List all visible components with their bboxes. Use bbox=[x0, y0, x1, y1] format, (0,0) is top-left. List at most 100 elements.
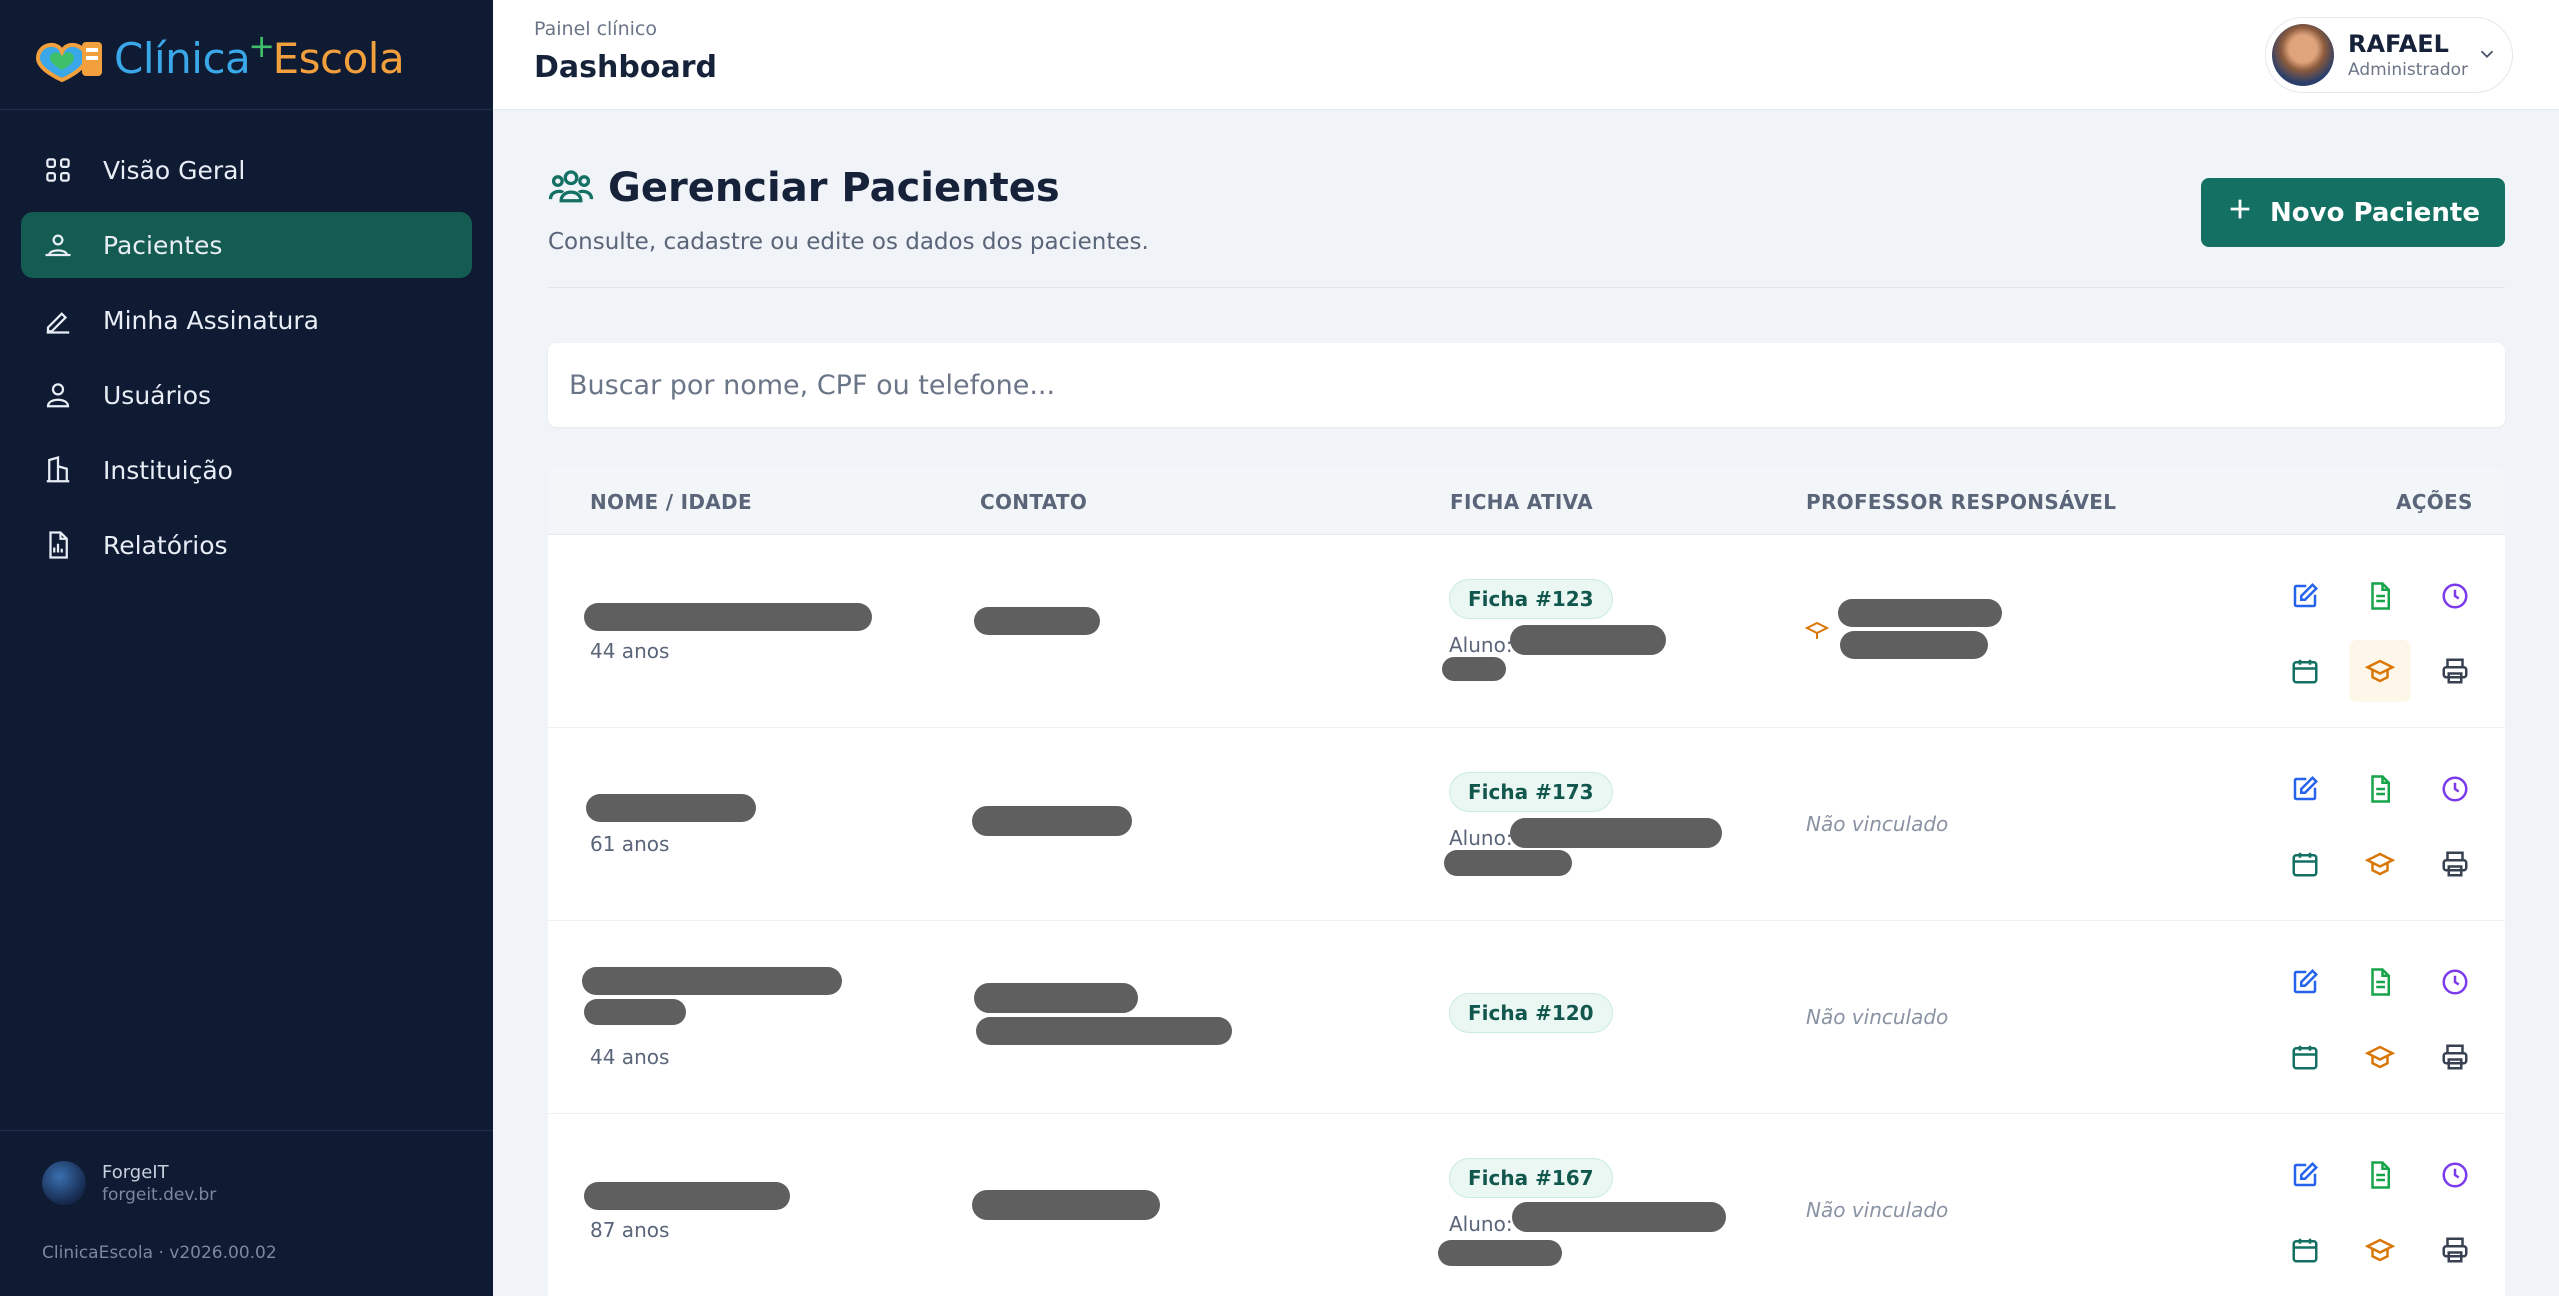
redacted-professor bbox=[1840, 631, 1988, 659]
col-header-acoes: AÇÕES bbox=[2396, 490, 2473, 514]
sidebar: Clínica+Escola Visão Geral Pacientes Min… bbox=[0, 0, 493, 1296]
sidebar-item-usuarios[interactable]: Usuários bbox=[21, 362, 472, 428]
sidebar-divider bbox=[0, 109, 493, 110]
history-button[interactable] bbox=[2424, 951, 2486, 1013]
top-header: Painel clínico Dashboard RAFAEL Administ… bbox=[493, 0, 2559, 110]
patient-age: 61 anos bbox=[590, 832, 670, 856]
forgeit-credit[interactable]: ForgeIT forgeit.dev.br bbox=[42, 1161, 216, 1205]
section-subtitle: Consulte, cadastre ou edite os dados dos… bbox=[548, 229, 1149, 255]
sidebar-item-pacientes[interactable]: Pacientes bbox=[21, 212, 472, 278]
grid-icon bbox=[41, 153, 75, 187]
forge-url: forgeit.dev.br bbox=[102, 1184, 217, 1205]
sidebar-item-label: Minha Assinatura bbox=[103, 305, 319, 335]
ficha-badge[interactable]: Ficha #167 bbox=[1449, 1158, 1613, 1198]
print-button[interactable] bbox=[2424, 1026, 2486, 1088]
user-menu[interactable]: RAFAEL Administrador bbox=[2265, 17, 2513, 93]
history-button[interactable] bbox=[2424, 1144, 2486, 1206]
history-button[interactable] bbox=[2424, 565, 2486, 627]
printer-icon bbox=[2442, 1237, 2468, 1263]
edit-icon bbox=[2293, 582, 2319, 608]
print-button[interactable] bbox=[2424, 1219, 2486, 1281]
redacted-contact bbox=[972, 1190, 1160, 1220]
link-professor-button[interactable] bbox=[2349, 1219, 2411, 1281]
new-patient-button[interactable]: Novo Paciente bbox=[2201, 178, 2505, 247]
redacted-professor bbox=[1838, 599, 2002, 627]
document-button[interactable] bbox=[2349, 565, 2411, 627]
redacted-aluno bbox=[1510, 625, 1666, 655]
link-professor-button[interactable] bbox=[2349, 640, 2411, 702]
document-icon bbox=[2371, 1161, 2390, 1189]
ficha-badge[interactable]: Ficha #120 bbox=[1449, 993, 1613, 1033]
document-button[interactable] bbox=[2349, 951, 2411, 1013]
user-name: RAFAEL bbox=[2348, 30, 2449, 58]
printer-icon bbox=[2442, 851, 2468, 877]
print-button[interactable] bbox=[2424, 640, 2486, 702]
table-header: NOME / IDADE CONTATO FICHA ATIVA PROFESS… bbox=[548, 466, 2505, 535]
document-icon bbox=[2371, 582, 2390, 610]
document-button[interactable] bbox=[2349, 1144, 2411, 1206]
redacted-aluno bbox=[1510, 818, 1722, 848]
ficha-badge[interactable]: Ficha #123 bbox=[1449, 579, 1613, 619]
professor-not-linked: Não vinculado bbox=[1806, 1005, 1949, 1029]
link-professor-button[interactable] bbox=[2349, 1026, 2411, 1088]
table-row[interactable]: 87 anos Ficha #167 Aluno: Não vinculado bbox=[548, 1114, 2505, 1296]
app-logo[interactable]: Clínica+Escola bbox=[32, 26, 405, 88]
logo-mark-icon bbox=[32, 30, 106, 86]
sidebar-item-label: Instituição bbox=[103, 455, 233, 485]
redacted-name bbox=[584, 999, 686, 1025]
schedule-button[interactable] bbox=[2274, 833, 2336, 895]
graduation-cap-icon bbox=[2365, 659, 2395, 683]
section-title: Gerenciar Pacientes bbox=[608, 165, 1060, 211]
edit-button[interactable] bbox=[2274, 1144, 2336, 1206]
edit-button[interactable] bbox=[2274, 758, 2336, 820]
col-header-contato[interactable]: CONTATO bbox=[980, 490, 1087, 514]
table-row[interactable]: 61 anos Ficha #173 Aluno: Não vinculado bbox=[548, 728, 2505, 921]
redacted-aluno bbox=[1438, 1240, 1562, 1266]
clock-icon bbox=[2442, 776, 2468, 802]
schedule-button[interactable] bbox=[2274, 1219, 2336, 1281]
edit-button[interactable] bbox=[2274, 951, 2336, 1013]
sidebar-item-minha-assinatura[interactable]: Minha Assinatura bbox=[21, 287, 472, 353]
building-icon bbox=[41, 453, 75, 487]
patient-age: 44 anos bbox=[590, 639, 670, 663]
redacted-aluno bbox=[1512, 1202, 1726, 1232]
sidebar-item-visao-geral[interactable]: Visão Geral bbox=[21, 137, 472, 203]
col-header-nome[interactable]: NOME / IDADE bbox=[590, 490, 752, 514]
redacted-aluno bbox=[1442, 657, 1506, 681]
sidebar-nav: Visão Geral Pacientes Minha Assinatura U… bbox=[21, 137, 472, 587]
link-professor-button[interactable] bbox=[2349, 833, 2411, 895]
aluno-label: Aluno: bbox=[1449, 826, 1513, 850]
col-header-professor[interactable]: PROFESSOR RESPONSÁVEL bbox=[1806, 490, 2116, 514]
brand-part2: Escola bbox=[272, 33, 405, 83]
professor-not-linked: Não vinculado bbox=[1806, 1198, 1949, 1222]
sidebar-item-relatorios[interactable]: Relatórios bbox=[21, 512, 472, 578]
table-row[interactable]: 44 anos Ficha #120 Não vinculado bbox=[548, 921, 2505, 1114]
table-row[interactable]: 44 anos Ficha #123 Aluno: bbox=[548, 535, 2505, 728]
clock-icon bbox=[2442, 1162, 2468, 1188]
document-button[interactable] bbox=[2349, 758, 2411, 820]
brand-plus: + bbox=[248, 26, 275, 65]
calendar-icon bbox=[2292, 1238, 2318, 1263]
forge-company: ForgeIT bbox=[102, 1161, 169, 1183]
edit-button[interactable] bbox=[2274, 565, 2336, 627]
col-header-ficha[interactable]: FICHA ATIVA bbox=[1450, 490, 1593, 514]
patient-age: 87 anos bbox=[590, 1218, 670, 1242]
aluno-label: Aluno: bbox=[1449, 633, 1513, 657]
search-input[interactable] bbox=[548, 343, 2505, 427]
schedule-button[interactable] bbox=[2274, 640, 2336, 702]
new-patient-label: Novo Paciente bbox=[2270, 197, 2480, 228]
graduation-cap-icon bbox=[2365, 852, 2395, 876]
pen-icon bbox=[41, 303, 75, 337]
history-button[interactable] bbox=[2424, 758, 2486, 820]
redacted-name bbox=[582, 967, 842, 995]
schedule-button[interactable] bbox=[2274, 1026, 2336, 1088]
calendar-icon bbox=[2292, 1045, 2318, 1070]
ficha-badge[interactable]: Ficha #173 bbox=[1449, 772, 1613, 812]
brand-part1: Clínica bbox=[114, 33, 251, 83]
edit-icon bbox=[2293, 968, 2319, 994]
print-button[interactable] bbox=[2424, 833, 2486, 895]
redacted-contact bbox=[974, 607, 1100, 635]
graduation-cap-icon bbox=[2365, 1045, 2395, 1069]
sidebar-item-label: Relatórios bbox=[103, 530, 228, 560]
sidebar-item-instituicao[interactable]: Instituição bbox=[21, 437, 472, 503]
